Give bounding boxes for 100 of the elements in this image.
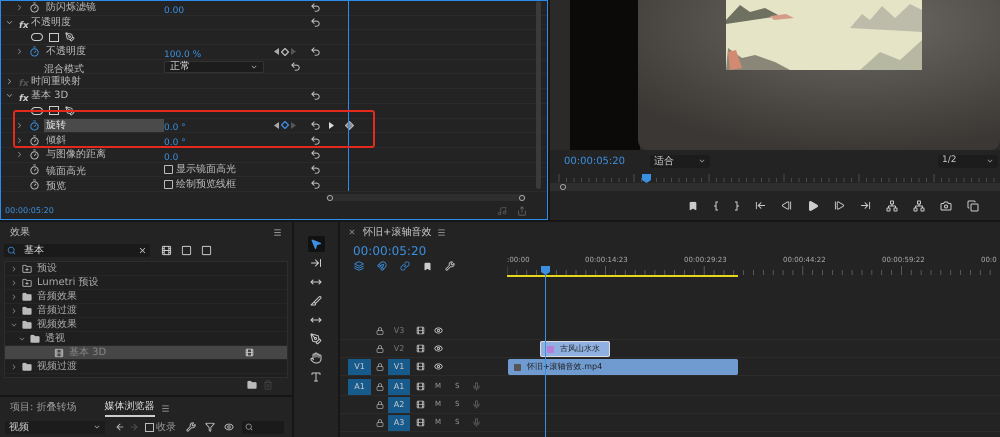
blend-mode-dropdown[interactable]: 正常: [164, 60, 264, 73]
effect-tree-item[interactable]: 视频效果: [5, 318, 287, 332]
eye-icon[interactable]: [434, 326, 443, 335]
wrench-icon[interactable]: [186, 422, 196, 432]
lock-icon[interactable]: [376, 344, 384, 352]
lock-icon[interactable]: [376, 418, 384, 426]
source-patch[interactable]: V1: [348, 358, 371, 374]
eye-icon[interactable]: [434, 344, 443, 353]
microphone-icon[interactable]: [472, 400, 480, 409]
stopwatch-icon[interactable]: [29, 178, 40, 190]
step-back-icon[interactable]: [781, 200, 792, 211]
lock-icon[interactable]: [376, 382, 384, 390]
go-to-out-icon[interactable]: [860, 200, 871, 211]
checkbox[interactable]: [145, 422, 154, 432]
ellipse-mask-icon[interactable]: [31, 106, 43, 115]
lock-icon[interactable]: [376, 362, 384, 370]
ellipse-mask-icon[interactable]: [31, 33, 43, 42]
pen-icon[interactable]: [65, 32, 75, 42]
checkbox[interactable]: [164, 164, 173, 174]
source-patch[interactable]: A1: [348, 378, 371, 394]
reset-icon[interactable]: [310, 164, 320, 175]
scrollbar[interactable]: [536, 1, 541, 189]
property-value[interactable]: 0.00: [164, 6, 184, 16]
track-target[interactable]: A3: [388, 414, 410, 430]
filter-icon[interactable]: [205, 422, 215, 432]
go-to-keyframe-icon[interactable]: [329, 122, 334, 129]
expand-chevron-icon[interactable]: [10, 362, 18, 370]
lock-icon[interactable]: [376, 400, 384, 408]
zoom-scrollbar[interactable]: [550, 183, 1000, 191]
stopwatch-icon[interactable]: [29, 164, 40, 175]
reset-icon[interactable]: [310, 120, 320, 131]
new-bin-icon[interactable]: [247, 380, 257, 390]
go-to-in-icon[interactable]: [755, 200, 766, 211]
property-value[interactable]: 0.0: [164, 152, 178, 163]
mark-in-icon[interactable]: [713, 200, 719, 210]
panel-tab[interactable]: 媒体浏览器: [104, 399, 155, 417]
timecode[interactable]: 00:00:05:20: [340, 242, 507, 259]
expand-chevron-icon[interactable]: [5, 76, 14, 86]
wrench-icon[interactable]: [445, 261, 455, 271]
reset-icon[interactable]: [290, 61, 300, 72]
resolution-dropdown[interactable]: 1/2: [938, 154, 998, 168]
mark-out-icon[interactable]: [734, 200, 740, 210]
microphone-icon[interactable]: [472, 382, 480, 391]
linked-selection-icon[interactable]: [400, 261, 410, 271]
track-target[interactable]: A1: [388, 378, 410, 394]
property-value[interactable]: 0.0 °: [164, 138, 186, 148]
checkbox[interactable]: [164, 180, 173, 189]
zoom-scrollbar[interactable]: [326, 194, 526, 201]
track-target[interactable]: V1: [388, 358, 410, 374]
effect-toggle[interactable]: fx: [19, 94, 29, 104]
eye-icon[interactable]: [224, 422, 234, 432]
track-target[interactable]: A2: [388, 396, 410, 412]
property-value[interactable]: 0.0 °: [164, 123, 186, 134]
track-target[interactable]: V2: [388, 340, 410, 356]
selection-tool[interactable]: [308, 236, 324, 252]
previous-keyframe-icon[interactable]: [274, 122, 279, 129]
back-icon[interactable]: [115, 422, 125, 432]
reset-icon[interactable]: [310, 149, 320, 160]
sequence-tab[interactable]: 怀旧+滚轴音效: [363, 224, 432, 240]
step-forward-icon[interactable]: [834, 200, 845, 211]
timecode[interactable]: 00:00:05:20: [564, 154, 636, 168]
effect-tree-item[interactable]: Lumetri 预设: [5, 276, 287, 290]
keyframe-icon[interactable]: [281, 48, 289, 56]
effect-tree-item[interactable]: 音频过渡: [5, 304, 287, 318]
eye-icon[interactable]: [434, 362, 443, 371]
stopwatch-icon[interactable]: [29, 2, 40, 14]
reset-icon[interactable]: [310, 90, 320, 102]
previous-keyframe-icon[interactable]: [274, 48, 279, 56]
reset-icon[interactable]: [310, 46, 320, 58]
reset-icon[interactable]: [310, 17, 320, 28]
search-field[interactable]: 基本: [4, 244, 150, 256]
rectangle-mask-icon[interactable]: [49, 32, 59, 42]
reset-icon[interactable]: [310, 134, 320, 146]
menu-icon[interactable]: [273, 228, 282, 236]
copy-icon[interactable]: [967, 200, 979, 212]
stopwatch-icon[interactable]: [29, 46, 40, 58]
search-field[interactable]: [242, 420, 284, 434]
effect-tree-item[interactable]: 音频效果: [5, 290, 287, 304]
play-icon[interactable]: [807, 200, 819, 212]
marker-icon[interactable]: [423, 262, 432, 270]
menu-icon[interactable]: [437, 228, 446, 236]
keyframe-icon[interactable]: [281, 121, 289, 130]
timeline-clip[interactable]: 古风山水水: [540, 341, 610, 357]
menu-icon[interactable]: [160, 404, 170, 412]
effect-toggle[interactable]: fx: [19, 20, 29, 31]
export-icon[interactable]: [517, 206, 527, 216]
microphone-icon[interactable]: [472, 418, 480, 427]
stopwatch-icon[interactable]: [29, 134, 40, 146]
nest-icon[interactable]: [354, 261, 364, 271]
lock-icon[interactable]: [376, 326, 384, 334]
panel-tab[interactable]: 项目: 折叠转场: [10, 400, 77, 416]
effect-tree-item[interactable]: 预设: [5, 262, 287, 276]
expand-chevron-icon[interactable]: [15, 47, 24, 56]
stopwatch-icon[interactable]: [29, 149, 40, 160]
effect-tree-item[interactable]: 视频过渡: [5, 360, 287, 374]
camera-icon[interactable]: [940, 200, 952, 212]
pen-icon[interactable]: [65, 106, 75, 116]
stopwatch-icon[interactable]: [29, 120, 40, 131]
reset-icon[interactable]: [310, 178, 320, 190]
view-dropdown[interactable]: 视频: [5, 420, 105, 434]
